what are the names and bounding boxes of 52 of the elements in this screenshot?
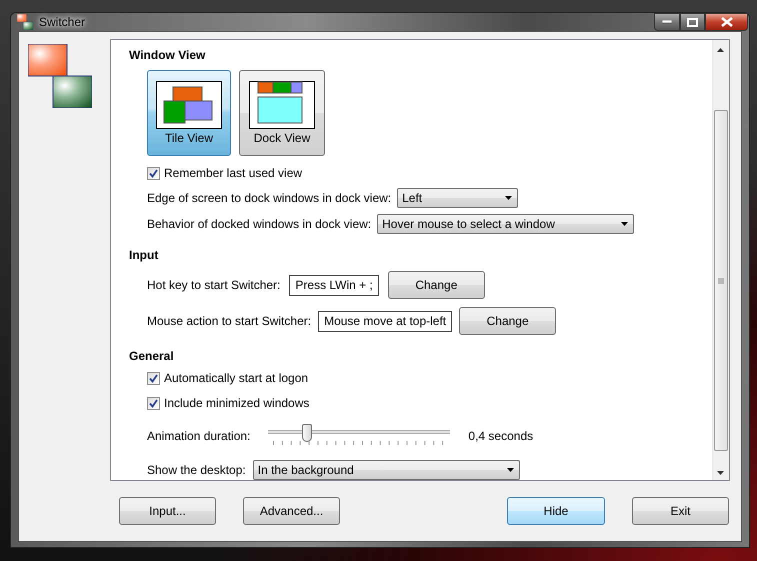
hot-key-field[interactable]: Press LWin + ; [289,274,379,296]
dialog-button[interactable]: Exit [632,497,729,525]
desktop-dropdown[interactable]: In the background [252,460,520,480]
mouse-action-field[interactable]: Mouse move at top-left [318,310,452,332]
dropdown-arrow-icon [621,222,630,226]
minimize-button[interactable] [654,13,680,31]
dialog-button[interactable]: Advanced... [243,497,340,525]
slider-thumb[interactable] [302,424,312,442]
dialog-button[interactable]: Hide [507,497,605,525]
scroll-down-icon[interactable] [717,471,725,475]
field-label: Edge of screen to dock windows in dock view: [147,191,392,205]
change-button[interactable]: Change [459,307,556,335]
maximize-button[interactable] [680,13,705,31]
animation-slider[interactable] [268,424,450,448]
scroll-up-icon[interactable] [717,48,725,52]
checkbox-label: Include minimized windows [164,396,310,410]
checkbox-label: Automatically start at logon [164,371,308,385]
close-button[interactable] [705,13,748,31]
field-label: Show the desktop: [147,463,246,477]
app-icon [17,14,33,30]
section-heading: Input [129,248,160,262]
view-option-button[interactable]: Dock View [239,70,325,156]
dock-edge-dropdown[interactable]: Left [397,188,518,208]
app-logo [28,44,92,108]
dock-behavior-dropdown[interactable]: Hover mouse to select a window [377,214,634,234]
checkmark-icon [149,168,158,178]
slider-value: 0,4 seconds [468,429,534,443]
dialog-button[interactable]: Input... [119,497,216,525]
dropdown-arrow-icon [506,468,515,472]
checkmark-icon [149,398,158,408]
checkbox[interactable] [147,166,160,180]
scrollbar[interactable] [712,40,729,480]
maximize-icon [687,18,698,26]
close-icon [720,17,732,27]
field-label: Hot key to start Switcher: [147,278,280,292]
section-heading: General [129,349,175,363]
field-label: Animation duration: [147,429,250,443]
field-label: Behavior of docked windows in dock view: [147,217,372,231]
dropdown-arrow-icon [505,196,514,200]
docked-windows-icon [249,81,315,129]
minimize-icon [662,20,672,24]
section-heading: Window View [129,48,206,62]
view-option-button[interactable]: Tile View [147,70,231,156]
window-title: Switcher [39,15,86,29]
checkbox[interactable] [147,372,160,384]
checkbox-label: Remember last used view [164,166,302,180]
field-label: Mouse action to start Switcher: [147,314,312,328]
checkmark-icon [149,374,158,382]
tiled-windows-icon [156,81,222,129]
change-button[interactable]: Change [388,271,485,299]
scrollbar-thumb[interactable] [714,110,728,451]
checkbox[interactable] [147,396,160,410]
